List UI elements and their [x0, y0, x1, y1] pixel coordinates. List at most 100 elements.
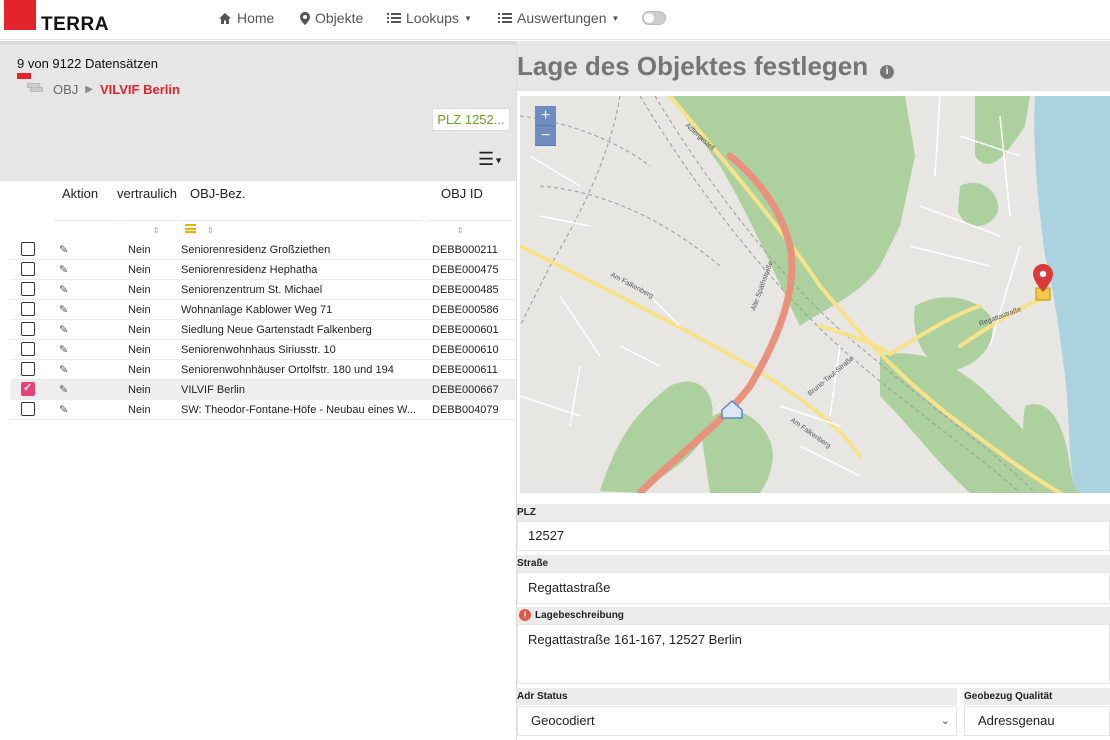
sort-icon[interactable]: ⇕	[207, 226, 214, 235]
cell-obj-bez[interactable]: Seniorenwohnhaus Siriusstr. 10	[181, 344, 416, 356]
col-header-vertraulich[interactable]: vertraulich	[117, 186, 177, 201]
table-row[interactable]: ✎ Nein Seniorenzentrum St. Michael DEBE0004…	[11, 280, 516, 300]
plz-field[interactable]: 12527	[517, 521, 1110, 551]
pencil-edit-icon[interactable]: ✎	[59, 243, 68, 256]
table-row[interactable]: ✎ Nein Seniorenresidenz Großziethen DEBB000…	[11, 240, 516, 260]
pencil-edit-icon[interactable]: ✎	[59, 343, 68, 356]
list-menu-button[interactable]: ☰▼	[478, 149, 503, 170]
sort-icon[interactable]: ⇕	[457, 226, 464, 235]
table-row[interactable]: ✎ Nein VILVIF Berlin DEBE000667	[11, 380, 516, 400]
terra-logo-text[interactable]: TERRA	[41, 14, 109, 36]
cell-obj-id: DEBE000485	[432, 284, 499, 296]
nav-auswertungen-dropdown[interactable]: Auswertungen ▼	[498, 10, 619, 26]
row-checkbox[interactable]	[21, 402, 35, 416]
col-header-obj-bez[interactable]: OBJ-Bez.	[190, 186, 246, 201]
cell-obj-bez[interactable]: Seniorenresidenz Großziethen	[181, 244, 416, 256]
nav-lookups-dropdown[interactable]: Lookups ▼	[387, 10, 472, 26]
filter-icon[interactable]	[185, 224, 196, 233]
zoom-out-button[interactable]: −	[535, 126, 556, 146]
cell-vertraulich: Nein	[128, 284, 151, 296]
chevron-down-icon: ⌄	[940, 715, 950, 727]
row-checkbox[interactable]	[21, 342, 35, 356]
adr-status-select[interactable]: Geocodiert ⌄	[517, 706, 957, 736]
cell-obj-id: DEBE000610	[432, 344, 499, 356]
strasse-field[interactable]: Regattastraße	[517, 572, 1110, 604]
pencil-edit-icon[interactable]: ✎	[59, 323, 68, 336]
cell-obj-bez[interactable]: Siedlung Neue Gartenstadt Falkenberg	[181, 324, 416, 336]
location-map[interactable]: Adlergestell Am Falkenberg Am Falkenberg…	[520, 96, 1110, 493]
object-detail-panel: Lage des Objektes festlegen i Adlergeste…	[517, 41, 1110, 740]
list-icon	[387, 13, 401, 23]
cell-vertraulich: Nein	[128, 244, 151, 256]
col-header-obj-id[interactable]: OBJ ID	[441, 186, 483, 201]
pencil-edit-icon[interactable]: ✎	[59, 263, 68, 276]
row-checkbox[interactable]	[21, 282, 35, 296]
cell-obj-bez[interactable]: Seniorenwohnhäuser Ortolfstr. 180 und 19…	[181, 364, 416, 376]
nav-lookups-label: Lookups	[406, 10, 459, 26]
cell-obj-bez[interactable]: SW: Theodor-Fontane-Höfe - Neubau eines …	[181, 404, 416, 416]
table-row[interactable]: ✎ Nein Wohnanlage Kablower Weg 71 DEBE00058…	[11, 300, 516, 320]
sort-icon[interactable]: ⇕	[153, 226, 160, 235]
pencil-edit-icon[interactable]: ✎	[59, 283, 68, 296]
map-zoom-controls: + −	[535, 106, 556, 147]
cell-obj-bez[interactable]: Seniorenresidenz Hephatha	[181, 264, 416, 276]
pencil-edit-icon[interactable]: ✎	[59, 303, 68, 316]
row-checkbox[interactable]	[21, 322, 35, 336]
nav-objekte[interactable]: Objekte	[300, 10, 363, 26]
header-divider	[54, 220, 118, 221]
info-icon[interactable]: i	[880, 65, 894, 79]
list-header-area: 9 von 9122 Datensätzen OBJ ▶ VILVIF Berl…	[0, 41, 516, 181]
cell-vertraulich: Nein	[128, 324, 151, 336]
cell-vertraulich: Nein	[128, 344, 151, 356]
nav-home[interactable]: Home	[218, 10, 274, 26]
caret-down-icon: ▼	[494, 155, 504, 166]
cell-obj-id: DEBE000611	[432, 364, 498, 376]
row-checkbox[interactable]	[21, 242, 35, 256]
plz-filter-chip[interactable]: PLZ 1252...	[432, 108, 510, 131]
geobezug-value: Adressgenau	[978, 713, 1055, 728]
nav-objekte-label: Objekte	[315, 10, 364, 26]
breadcrumb: OBJ ▶ VILVIF Berlin	[53, 82, 180, 97]
breadcrumb-current[interactable]: VILVIF Berlin	[100, 82, 180, 97]
zoom-in-button[interactable]: +	[535, 106, 556, 126]
table-row[interactable]: ✎ Nein Seniorenwohnhäuser Ortolfstr. 180 u…	[11, 360, 516, 380]
geobezug-select[interactable]: Adressgenau	[964, 706, 1110, 736]
pencil-edit-icon[interactable]: ✎	[59, 403, 68, 416]
hamburger-icon: ☰	[478, 149, 495, 169]
cell-obj-id: DEBE000601	[432, 324, 499, 336]
cell-obj-bez[interactable]: VILVIF Berlin	[181, 384, 416, 396]
cell-obj-bez[interactable]: Wohnanlage Kablower Weg 71	[181, 304, 416, 316]
cell-vertraulich: Nein	[128, 264, 151, 276]
pencil-edit-icon[interactable]: ✎	[59, 363, 68, 376]
breadcrumb-obj[interactable]: OBJ	[53, 82, 78, 97]
row-checkbox[interactable]	[21, 262, 35, 276]
nav-home-label: Home	[237, 10, 275, 26]
table-body: ✎ Nein Seniorenresidenz Großziethen DEBB000…	[11, 240, 516, 420]
cell-vertraulich: Nein	[128, 404, 151, 416]
map-marker-icon	[300, 11, 310, 25]
home-icon	[219, 12, 231, 24]
mode-toggle-switch[interactable]	[642, 11, 666, 25]
table-row[interactable]: ✎ Nein SW: Theodor-Fontane-Höfe - Neubau e…	[11, 400, 516, 420]
list-icon	[498, 13, 512, 23]
header-divider	[122, 220, 175, 221]
caret-down-icon: ▼	[463, 13, 472, 23]
strasse-label: Straße	[517, 555, 1110, 572]
row-checkbox[interactable]	[21, 381, 35, 396]
lagebeschreibung-textarea[interactable]: Regattastraße 161-167, 12527 Berlin	[517, 624, 1110, 684]
header-divider	[429, 220, 511, 221]
cell-vertraulich: Nein	[128, 384, 151, 396]
row-checkbox[interactable]	[21, 362, 35, 376]
table-row[interactable]: ✎ Nein Seniorenresidenz Hephatha DEBE000475	[11, 260, 516, 280]
row-checkbox[interactable]	[21, 302, 35, 316]
table-row[interactable]: ✎ Nein Siedlung Neue Gartenstadt Falkenber…	[11, 320, 516, 340]
geobezug-label: Geobezug Qualität	[964, 688, 1110, 705]
plz-label: PLZ	[517, 504, 1110, 521]
cell-obj-bez[interactable]: Seniorenzentrum St. Michael	[181, 284, 416, 296]
cell-obj-id: DEBB004079	[432, 404, 499, 416]
cell-vertraulich: Nein	[128, 364, 151, 376]
table-row[interactable]: ✎ Nein Seniorenwohnhaus Siriusstr. 10 DEBE0…	[11, 340, 516, 360]
warning-icon: !	[519, 609, 531, 622]
record-count: 9 von 9122 Datensätzen	[17, 56, 158, 71]
pencil-edit-icon[interactable]: ✎	[59, 383, 68, 396]
